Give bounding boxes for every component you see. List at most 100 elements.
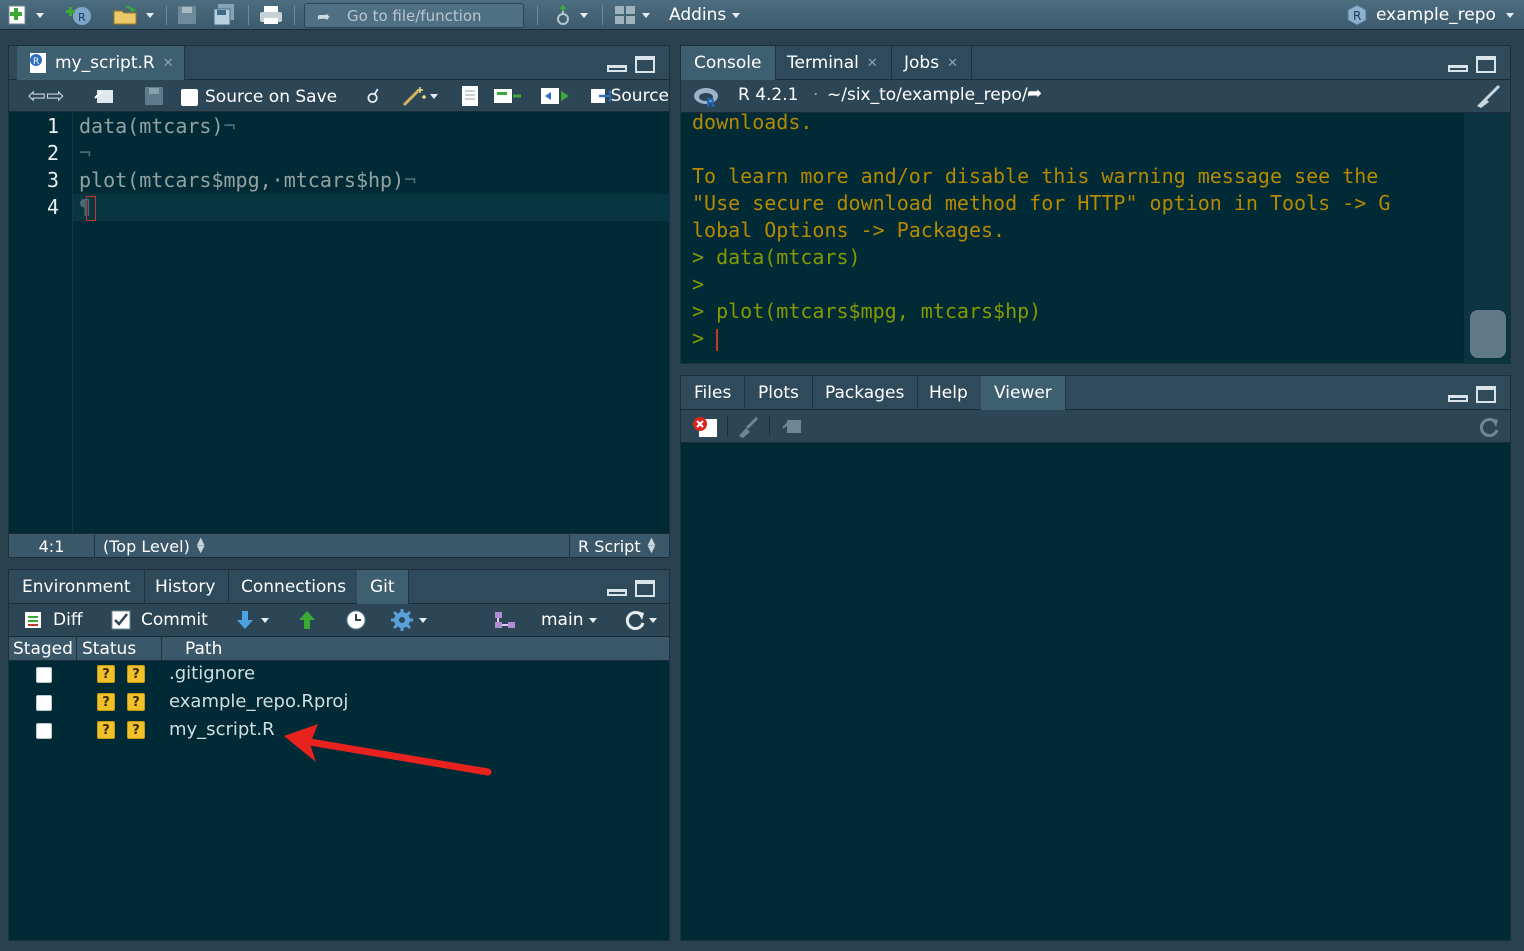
vcs-button[interactable] [552,4,588,26]
goto-file-function-input[interactable]: ➦ Go to file/function [304,3,524,28]
print-icon [260,6,282,24]
diff-button[interactable]: Diff [23,610,83,630]
col-status[interactable]: Status [78,637,162,661]
console-scroll-thumb[interactable] [1470,310,1506,358]
commit-button[interactable]: Commit [111,610,208,630]
refresh-viewer-icon[interactable] [1477,415,1501,439]
project-menu[interactable]: R example_repo [1346,4,1514,26]
editor-minmax[interactable] [607,56,659,74]
clock-icon [346,610,366,630]
svg-text:R: R [78,11,86,24]
code-line-2[interactable]: ¬ [79,141,91,165]
editor-toolbar: ⇦⇨ Source on Save ☌ Source [9,80,669,112]
new-branch-button[interactable] [493,610,517,635]
history-button[interactable] [345,609,367,636]
console-input-line[interactable]: > [692,326,719,351]
tab-connections[interactable]: Connections [228,570,361,604]
line-number: 1 [46,114,59,138]
magic-wand-icon [402,87,426,107]
tab-viewer[interactable]: Viewer [981,376,1066,410]
git-minmax[interactable] [607,580,659,598]
files-viewer-pane: Files Plots Packages Help Viewer [680,375,1511,941]
refresh-icon [625,611,645,630]
r-project-icon: R [1347,4,1367,26]
back-forward-icons[interactable]: ⇦⇨ [21,84,71,109]
console-line: > plot(mtcars$mpg, mtcars$hp) [692,299,1042,323]
source-arrow-icon [591,89,611,103]
addins-menu[interactable]: Addins [669,4,741,26]
col-path[interactable]: Path [181,637,222,661]
new-file-icon [8,5,26,25]
push-button[interactable] [297,609,317,636]
git-settings-button[interactable] [391,609,427,631]
tab-environment[interactable]: Environment [9,570,145,604]
code-line-4[interactable]: ¶ [79,195,91,219]
editor-tab-label: my_script.R [55,53,155,73]
run-icon [541,88,569,104]
tab-jobs[interactable]: Jobs ✕ [891,46,972,80]
git-table-header: Staged Status Path [9,637,669,661]
refresh-git-button[interactable] [623,608,657,632]
console-minmax[interactable] [1448,56,1500,74]
source-on-save-checkbox[interactable] [181,88,198,106]
console-line: downloads. [692,110,813,134]
tab-console[interactable]: Console [681,46,776,80]
run-button[interactable] [539,85,571,107]
source-button[interactable]: Source [589,86,669,106]
tab-files[interactable]: Files [681,376,746,410]
scope-selector[interactable]: (Top Level) ▲ ▼ [103,534,205,558]
editor-tabbar: R my_script.R ✕ [9,46,669,80]
tab-packages[interactable]: Packages [812,376,919,410]
remove-viewer-icon[interactable] [691,415,719,439]
broom-icon[interactable] [1473,84,1503,108]
find-replace-button[interactable]: ☌ [361,84,385,108]
clear-viewer-broom-icon[interactable] [737,416,761,438]
show-in-window-button[interactable] [93,86,117,106]
filetype-selector[interactable]: R Script ▲ ▼ [569,534,655,558]
new-project-button[interactable]: R [64,4,94,26]
code-line-3[interactable]: plot(mtcars$mpg,·mtcars$hp)¬ [79,168,416,192]
pane-layout-button[interactable] [614,4,650,26]
code-line-1[interactable]: data(mtcars)¬ [79,114,236,138]
editor-save-button[interactable] [143,86,165,106]
status-badge: ? [97,665,115,683]
staged-checkbox[interactable] [36,695,52,711]
close-tab-icon[interactable]: ✕ [867,56,878,71]
tab-help[interactable]: Help [916,376,982,410]
status-badge: ? [97,721,115,739]
pull-button[interactable] [235,609,269,631]
tab-history[interactable]: History [142,570,230,604]
insert-chunk-button[interactable] [493,85,523,107]
viewer-minmax[interactable] [1448,386,1500,404]
goto-arrow-icon: ➦ [317,7,331,26]
print-button[interactable] [258,4,284,26]
goto-directory-icon[interactable]: ➦ [1027,83,1042,104]
editor-tab-my-script[interactable]: R my_script.R ✕ [17,46,185,80]
close-tab-icon[interactable]: ✕ [947,56,958,71]
new-file-button[interactable] [6,4,44,26]
code-text: data(mtcars) [79,114,224,138]
tab-terminal[interactable]: Terminal ✕ [774,46,892,80]
push-arrow-icon [299,611,315,629]
staged-checkbox[interactable] [36,723,52,739]
tab-git[interactable]: Git [357,570,409,604]
table-row[interactable]: ? ? .gitignore [9,661,669,689]
line-number: 2 [46,141,59,165]
staged-checkbox[interactable] [36,667,52,683]
save-button[interactable] [176,4,198,26]
compile-report-button[interactable] [459,85,481,107]
cursor-position: 4:1 [9,534,95,558]
close-tab-icon[interactable]: ✕ [163,56,174,71]
col-staged[interactable]: Staged [9,637,77,661]
branch-selector[interactable]: main [541,610,598,630]
save-all-button[interactable] [212,4,238,26]
line-number: 4 [46,195,59,219]
tab-plots[interactable]: Plots [745,376,813,410]
open-file-button[interactable] [112,4,154,26]
popout-viewer-icon[interactable] [781,416,805,436]
branch-label: main [541,610,584,630]
save-icon [145,87,163,105]
table-row[interactable]: ? ? example_repo.Rproj [9,689,669,717]
code-tools-button[interactable] [397,85,441,107]
source-on-save-toggle[interactable]: Source on Save [181,87,337,107]
